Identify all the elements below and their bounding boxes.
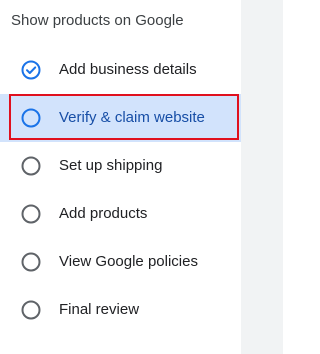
circle-outline-icon bbox=[21, 300, 41, 320]
step-label: View Google policies bbox=[59, 253, 198, 270]
step-verify-claim-website[interactable]: Verify & claim website bbox=[0, 94, 241, 142]
step-label: Verify & claim website bbox=[59, 109, 205, 126]
circle-outline-icon bbox=[21, 204, 41, 224]
circle-outline-icon bbox=[21, 252, 41, 272]
steps-list: Add business details Verify & claim webs… bbox=[0, 46, 241, 334]
step-add-products[interactable]: Add products bbox=[0, 190, 241, 238]
step-label: Final review bbox=[59, 301, 140, 318]
step-view-google-policies[interactable]: View Google policies bbox=[0, 238, 241, 286]
check-circle-icon bbox=[21, 60, 41, 80]
step-label: Add products bbox=[59, 205, 148, 222]
setup-steps-panel: Show products on Google Add business det… bbox=[0, 0, 241, 354]
panel-heading: Show products on Google bbox=[11, 12, 184, 29]
step-add-business-details[interactable]: Add business details bbox=[0, 46, 241, 94]
step-final-review[interactable]: Final review bbox=[0, 286, 241, 334]
step-set-up-shipping[interactable]: Set up shipping bbox=[0, 142, 241, 190]
circle-outline-icon bbox=[21, 108, 41, 128]
step-label: Add business details bbox=[59, 61, 197, 78]
step-label: Set up shipping bbox=[59, 157, 163, 174]
circle-outline-icon bbox=[21, 156, 41, 176]
content-area-edge bbox=[241, 0, 283, 354]
